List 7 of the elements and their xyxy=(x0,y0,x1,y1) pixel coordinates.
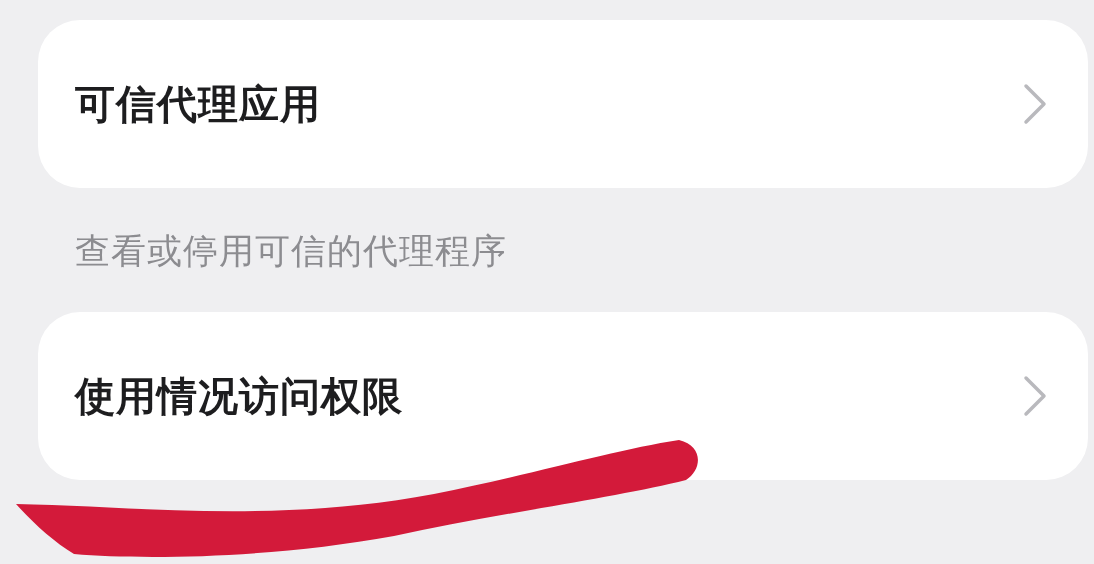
settings-row[interactable]: 可信代理应用 xyxy=(38,20,1088,188)
settings-row[interactable]: 使用情况访问权限 xyxy=(38,312,1088,480)
row-title: 使用情况访问权限 xyxy=(75,371,403,421)
caption-text: 查看或停用可信的代理程序 xyxy=(75,231,507,271)
chevron-right-icon xyxy=(1022,374,1048,418)
chevron-right-icon xyxy=(1022,82,1048,126)
row-title: 可信代理应用 xyxy=(75,79,321,129)
